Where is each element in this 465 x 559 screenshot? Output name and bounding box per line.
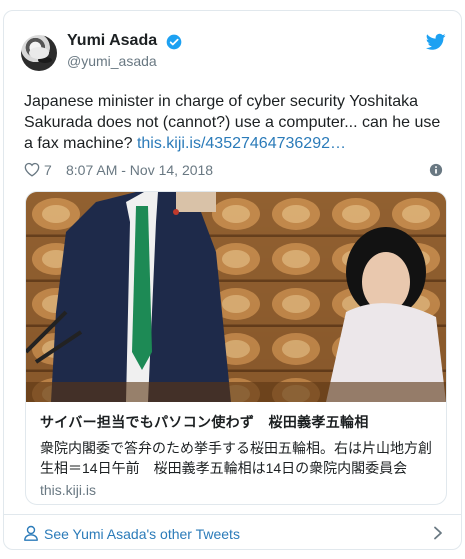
- person-icon: [24, 525, 38, 541]
- like-count[interactable]: 7: [44, 162, 52, 178]
- card-title[interactable]: サイバー担当でもパソコン使わず 桜田義孝五輪相: [40, 413, 436, 431]
- see-other-tweets-label[interactable]: See Yumi Asada's other Tweets: [44, 526, 240, 542]
- card-body: サイバー担当でもパソコン使わず 桜田義孝五輪相 衆院内閣委で答弁のため挙手する桜…: [40, 413, 436, 498]
- tweet-link[interactable]: this.kiji.is/43527464736292…: [137, 135, 346, 152]
- card-image[interactable]: [26, 192, 446, 402]
- heart-icon[interactable]: [24, 162, 40, 177]
- verified-badge-icon: [166, 34, 182, 50]
- see-other-tweets[interactable]: See Yumi Asada's other Tweets: [4, 514, 461, 551]
- tweet-text: Japanese minister in charge of cyber sec…: [24, 91, 450, 154]
- avatar[interactable]: [21, 35, 57, 71]
- card-domain: this.kiji.is: [40, 482, 97, 498]
- author-handle[interactable]: @yumi_asada: [67, 53, 157, 69]
- timestamp[interactable]: 8:07 AM - Nov 14, 2018: [66, 162, 213, 178]
- author-name[interactable]: Yumi Asada: [67, 32, 157, 50]
- link-card[interactable]: サイバー担当でもパソコン使わず 桜田義孝五輪相 衆院内閣委で答弁のため挙手する桜…: [25, 191, 447, 505]
- info-icon[interactable]: [429, 163, 443, 177]
- tweet-header: Yumi Asada @yumi_asada: [21, 31, 446, 81]
- tweet-meta: 7 8:07 AM - Nov 14, 2018: [24, 160, 449, 180]
- twitter-bird-icon[interactable]: [426, 33, 446, 51]
- tweet-embed: Yumi Asada @yumi_asada Japanese minister…: [3, 10, 462, 550]
- chevron-right-icon[interactable]: [432, 526, 444, 540]
- card-description: 衆院内閣委で答弁のため挙手する桜田五輪相。右は片山地方創生相＝14日午前 桜田義…: [40, 440, 432, 476]
